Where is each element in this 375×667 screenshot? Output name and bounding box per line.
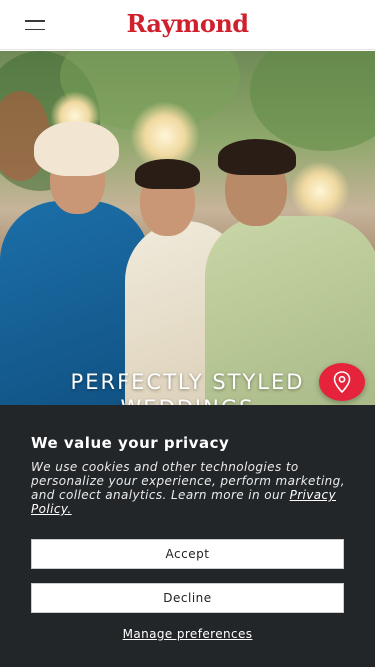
person-left-turban (34, 121, 119, 176)
decline-button[interactable]: Decline (31, 583, 344, 613)
cookie-title: We value your privacy (31, 434, 230, 452)
cookie-description: We use cookies and other technologies to… (31, 460, 351, 516)
hero-headline: PERFECTLY STYLED WEDDINGS (0, 369, 375, 405)
brand-logo[interactable]: Raymond (0, 9, 375, 38)
hanging-lantern (290, 161, 350, 221)
cookie-consent-banner: We value your privacy We use cookies and… (0, 405, 375, 667)
hero-banner[interactable]: PERFECTLY STYLED WEDDINGS (0, 51, 375, 405)
person-right-hair (218, 139, 296, 175)
store-locator-button[interactable] (319, 363, 365, 401)
top-header: Raymond (0, 0, 375, 50)
hero-headline-line2: WEDDINGS (0, 395, 375, 405)
manage-preferences-link[interactable]: Manage preferences (0, 627, 375, 641)
person-center-hair (135, 159, 200, 189)
accept-button[interactable]: Accept (31, 539, 344, 569)
foliage-decoration (250, 51, 375, 151)
map-pin-icon (333, 371, 351, 393)
